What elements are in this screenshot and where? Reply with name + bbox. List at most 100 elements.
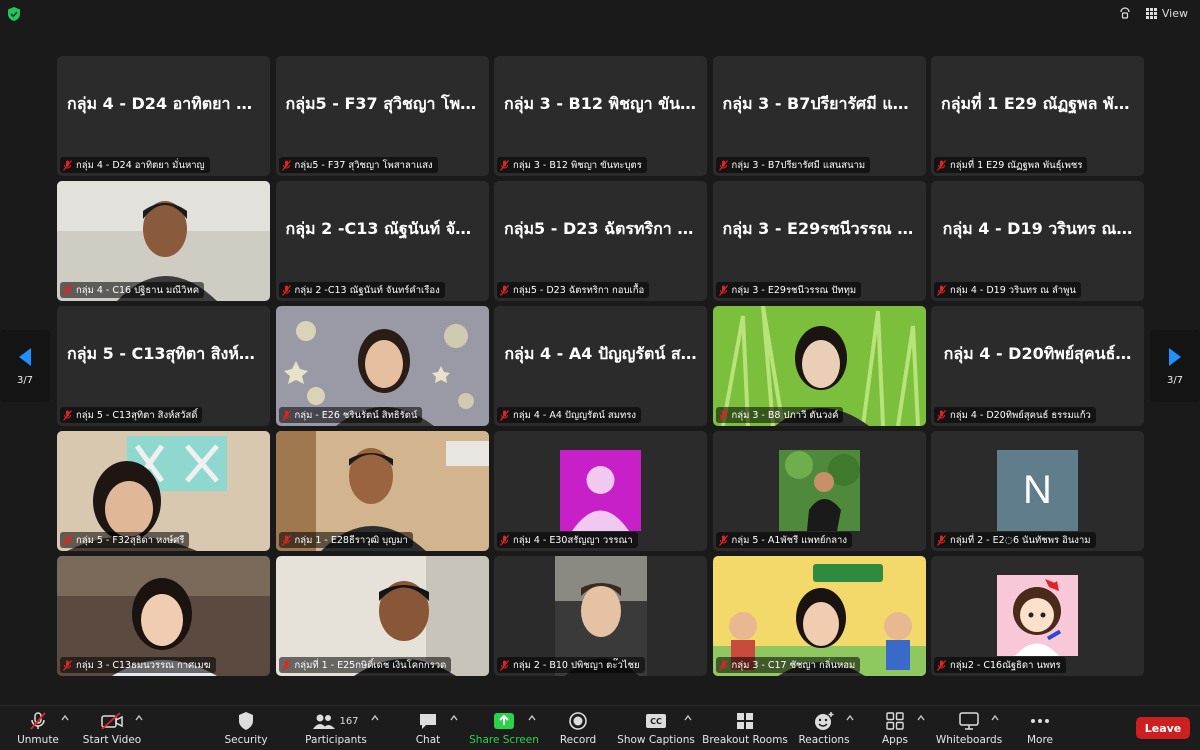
participant-label: กลุ่ม 4 - C16 ปฐิธาน มณีวิหค — [60, 282, 205, 298]
muted-mic-icon — [63, 534, 72, 546]
chat-bubble-icon — [420, 714, 436, 729]
participant-tile[interactable]: กลุ่มที่ 1 E29 ณัฏฐพล พัน… กลุ่มที่ 1 E2… — [931, 56, 1144, 176]
participant-label: กลุ่มที่ 2 - E2◌6 นันทัชพร อินงาม — [934, 532, 1096, 548]
participant-tile[interactable]: กลุ่ม5 - F37 สุวิชญา โพส… กลุ่ม5 - F37 ส… — [275, 56, 489, 176]
muted-mic-icon — [281, 159, 291, 171]
participant-tile[interactable]: กลุ่ม 5 - A1พัชรี แพทย์กลาง — [712, 431, 926, 551]
participant-tile[interactable]: กลุ่ม 5 - C13สุทิตา สิงห์ส… กลุ่ม 5 - C1… — [57, 306, 270, 426]
muted-mic-icon — [63, 159, 72, 171]
previous-page-button[interactable]: 3/7 — [0, 330, 50, 402]
participant-tile[interactable]: กลุ่ม 3 - B12 พิชญา ขันท… กลุ่ม 3 - B12 … — [494, 56, 707, 176]
profile-photo — [778, 450, 860, 531]
participant-tile[interactable]: กลุ่ม 1 - E28ธีราวุฒิ บุญมา — [275, 431, 489, 551]
participant-tile[interactable]: กลุ่ม 4 - D20ทิพย์สุคนธ์… กลุ่ม 4 - D20ท… — [931, 306, 1144, 426]
participant-label: กลุ่ม 3 - C17 ชัชญา กลิ่นหอม — [715, 657, 861, 673]
participant-tile[interactable]: กลุ่ม 4 - D19 วรินทร ณ… กลุ่ม 4 - D19 วร… — [931, 181, 1144, 301]
muted-mic-icon — [281, 659, 291, 671]
chevron-up-icon[interactable] — [917, 714, 925, 722]
participant-label: กลุ่ม 3 - C13ธมนวรรณ กาศเมฆ — [60, 657, 216, 673]
chevron-up-icon[interactable] — [684, 714, 692, 722]
participant-label: กลุ่ม - E26 ชรินรัตน์ สิทธิรัตน์ — [278, 407, 423, 423]
chevron-up-icon[interactable] — [450, 714, 458, 722]
more-dots-icon — [1031, 719, 1049, 723]
apps-button[interactable]: Apps — [878, 710, 912, 750]
participant-tile[interactable]: N กลุ่มที่ 2 - E2◌6 นันทัชพร อินงาม — [931, 431, 1144, 551]
participant-label: กลุ่ม 2 - B10 ปพิชญา ตะ๊วไชย — [497, 657, 645, 673]
muted-mic-icon — [500, 659, 509, 671]
participant-tile[interactable]: กลุ่ม 3 - B8 ปภาวี ตันวงค์ — [712, 306, 926, 426]
share-screen-icon — [494, 713, 514, 729]
record-button[interactable]: Record — [558, 710, 598, 750]
participant-tile[interactable]: กลุ่ม5 - D23 ฉัตรทริกา ก… กลุ่ม5 - D23 ฉ… — [494, 181, 707, 301]
muted-mic-icon — [500, 409, 509, 421]
reactions-button[interactable]: Reactions — [798, 710, 850, 750]
participant-tile[interactable]: กลุ่ม2 - C16ณัฐธิดา นพทร — [931, 556, 1144, 676]
participant-name: กลุ่ม5 - F37 สุวิชญา โพส… — [285, 94, 486, 113]
participant-tile[interactable]: กลุ่ม 2 -C13 ณัฐนันท์ จัน… กลุ่ม 2 -C13 … — [275, 181, 489, 301]
muted-mic-icon — [281, 534, 291, 546]
chevron-up-icon[interactable] — [135, 714, 143, 722]
security-button[interactable]: Security — [224, 710, 268, 750]
participant-label: กลุ่ม 4 - D24 อาทิตยา มั่นหาญ — [60, 157, 210, 173]
start-video-button[interactable]: Start Video — [83, 710, 141, 750]
muted-mic-icon — [281, 409, 291, 421]
page-indicator-left: 3/7 — [16, 374, 34, 386]
muted-microphone-icon — [30, 712, 46, 730]
chevron-up-icon[interactable] — [991, 714, 999, 722]
participant-tile[interactable]: กลุ่ม 4 - E30สรัญญา วรรณา — [494, 431, 707, 551]
muted-mic-icon — [937, 409, 946, 421]
participant-name: กลุ่มที่ 1 E29 ณัฏฐพล พัน… — [941, 94, 1141, 113]
muted-mic-icon — [718, 284, 728, 296]
participant-tile[interactable]: กลุ่ม - E26 ชรินรัตน์ สิทธิรัตน์ — [275, 306, 489, 426]
participant-name: กลุ่ม 5 - C13สุทิตา สิงห์ส… — [67, 344, 265, 363]
participant-name: กลุ่ม 2 -C13 ณัฐนันท์ จัน… — [285, 219, 483, 238]
participant-label: กลุ่ม 3 - B8 ปภาวี ตันวงค์ — [715, 407, 844, 423]
participants-icon — [313, 714, 336, 729]
muted-mic-icon — [718, 659, 728, 671]
participant-label: กลุ่ม 5 - A1พัชรี แพทย์กลาง — [715, 532, 853, 548]
participant-label: กลุ่ม 4 - E30สรัญญา วรรณา — [497, 532, 638, 548]
participant-name: กลุ่ม 4 - D24 อาทิตยา มั่… — [67, 94, 263, 113]
participant-label: กลุ่ม2 - C16ณัฐธิดา นพทร — [934, 657, 1066, 673]
participant-label: กลุ่ม 3 - B12 พิชญา ขันทะบุตร — [497, 157, 647, 173]
participant-tile[interactable]: กลุ่ม 3 - B7ปรียารัศมี แส… กลุ่ม 3 - B7ป… — [712, 56, 926, 176]
view-button[interactable]: View — [1145, 7, 1188, 20]
participant-tile[interactable]: กลุ่ม 4 - C16 ปฐิธาน มณีวิหค — [57, 181, 270, 301]
participant-label: กลุ่มที่ 1 - E25กษิดิ์เดช เงินโคกกรวด — [278, 657, 452, 673]
participant-label: กลุ่ม 3 - E29รชนีวรรณ ปัททุม — [715, 282, 862, 298]
chevron-up-icon[interactable] — [61, 714, 69, 722]
participant-label: กลุ่ม 4 - D20ทิพย์สุคนธ์ ธรรมแก้ว — [934, 407, 1096, 423]
muted-mic-icon — [718, 534, 728, 546]
participant-label: กลุ่มที่ 1 E29 ณัฏฐพล พันธุ์เพชร — [934, 157, 1088, 173]
initial-avatar: N — [997, 450, 1078, 531]
chat-button[interactable]: Chat — [412, 710, 444, 750]
participant-tile[interactable]: กลุ่ม 5 - F32สุธิดา หงษ์ศรี — [57, 431, 270, 551]
smiley-add-icon — [815, 712, 834, 730]
chevron-up-icon[interactable] — [846, 714, 854, 722]
more-button[interactable]: More — [1022, 710, 1058, 750]
unmute-button[interactable]: Unmute — [17, 710, 59, 750]
participant-name: กลุ่ม 3 - B12 พิชญา ขันท… — [504, 94, 707, 113]
chevron-up-icon[interactable] — [371, 714, 379, 722]
participant-tile[interactable]: กลุ่มที่ 1 - E25กษิดิ์เดช เงินโคกกรวด — [275, 556, 489, 676]
breakout-rooms-button[interactable]: Breakout Rooms — [702, 710, 788, 750]
next-page-button[interactable]: 3/7 — [1150, 330, 1200, 402]
encryption-shield-icon[interactable] — [6, 6, 22, 22]
muted-mic-icon — [63, 284, 72, 296]
participant-tile[interactable]: กลุ่ม 3 - C17 ชัชญา กลิ่นหอม — [712, 556, 926, 676]
participant-tile[interactable]: กลุ่ม 4 - D24 อาทิตยา มั่… กลุ่ม 4 - D24… — [57, 56, 270, 176]
participants-button[interactable]: 167 Participants — [305, 710, 367, 750]
participant-tile[interactable]: กลุ่ม 4 - A4 ปัญญรัตน์ ส… กลุ่ม 4 - A4 ป… — [494, 306, 707, 426]
show-captions-button[interactable]: CC Show Captions — [617, 710, 695, 750]
audio-connection-icon[interactable] — [1118, 6, 1132, 20]
muted-mic-icon — [937, 534, 946, 546]
participant-tile[interactable]: กลุ่ม 3 - E29รชนีวรรณ ปั… กลุ่ม 3 - E29ร… — [712, 181, 926, 301]
participant-tile[interactable]: กลุ่ม 3 - C13ธมนวรรณ กาศเมฆ — [57, 556, 270, 676]
muted-mic-icon — [63, 659, 72, 671]
leave-button[interactable]: Leave — [1136, 717, 1190, 739]
participant-label: กลุ่ม5 - F37 สุวิชญา โพสาลาแสง — [278, 157, 438, 173]
participant-name: กลุ่ม 4 - D20ทิพย์สุคนธ์… — [943, 344, 1132, 363]
apps-icon — [886, 712, 904, 730]
participant-tile[interactable]: กลุ่ม 2 - B10 ปพิชญา ตะ๊วไชย — [494, 556, 707, 676]
chevron-up-icon[interactable] — [528, 714, 536, 722]
